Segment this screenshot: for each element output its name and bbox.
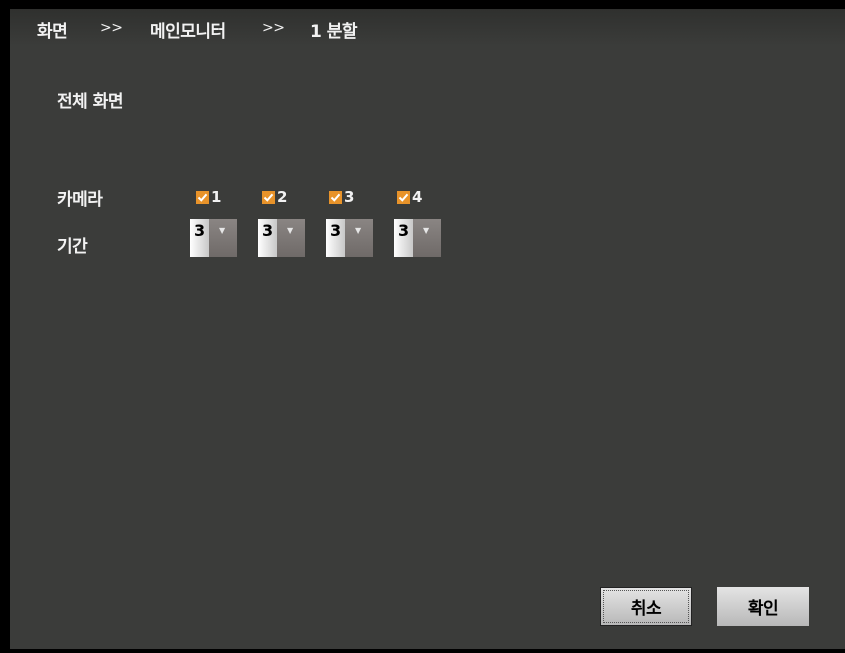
dropdown-arrow[interactable]: ▼ <box>277 219 305 257</box>
duration-label: 기간 <box>57 237 88 257</box>
camera-checkbox-4[interactable]: 4 <box>397 188 423 206</box>
duration-select-value: 3 <box>190 219 209 257</box>
duration-select-3[interactable]: 3 ▼ <box>326 219 373 257</box>
chevron-down-icon: ▼ <box>287 226 294 235</box>
duration-select-1[interactable]: 3 ▼ <box>190 219 237 257</box>
breadcrumb-item-screen: 화면 <box>37 22 68 42</box>
chevron-down-icon: ▼ <box>219 226 226 235</box>
camera-checkbox-label: 3 <box>344 188 355 206</box>
settings-panel: 화면 >> 메인모니터 >> 1 분할 전체 화면 카메라 1 2 3 4 기간… <box>10 9 845 649</box>
section-title: 전체 화면 <box>57 92 123 112</box>
chevron-down-icon: ▼ <box>423 226 430 235</box>
duration-select-value: 3 <box>326 219 345 257</box>
breadcrumb-item-main-monitor: 메인모니터 <box>150 22 226 42</box>
check-icon <box>196 190 209 204</box>
breadcrumb-separator: >> <box>262 20 285 36</box>
duration-select-2[interactable]: 3 ▼ <box>258 219 305 257</box>
chevron-down-icon: ▼ <box>355 226 362 235</box>
camera-checkbox-label: 2 <box>277 188 288 206</box>
camera-checkbox-2[interactable]: 2 <box>262 188 288 206</box>
duration-select-value: 3 <box>258 219 277 257</box>
dropdown-arrow[interactable]: ▼ <box>413 219 441 257</box>
breadcrumb-separator: >> <box>100 20 123 36</box>
cancel-button[interactable]: 취소 <box>600 587 692 626</box>
camera-checkbox-1[interactable]: 1 <box>196 188 222 206</box>
check-icon <box>262 190 275 204</box>
camera-checkbox-label: 4 <box>412 188 423 206</box>
check-icon <box>397 190 410 204</box>
ok-button[interactable]: 확인 <box>717 587 809 626</box>
window-frame: 화면 >> 메인모니터 >> 1 분할 전체 화면 카메라 1 2 3 4 기간… <box>0 0 845 653</box>
dropdown-arrow[interactable]: ▼ <box>209 219 237 257</box>
camera-label: 카메라 <box>57 190 103 210</box>
camera-checkbox-label: 1 <box>211 188 222 206</box>
breadcrumb-item-1-split: 1 분할 <box>310 22 358 42</box>
breadcrumb: 화면 >> 메인모니터 >> 1 분할 <box>10 9 845 46</box>
check-icon <box>329 190 342 204</box>
duration-select-value: 3 <box>394 219 413 257</box>
dropdown-arrow[interactable]: ▼ <box>345 219 373 257</box>
duration-select-4[interactable]: 3 ▼ <box>394 219 441 257</box>
camera-checkbox-3[interactable]: 3 <box>329 188 355 206</box>
